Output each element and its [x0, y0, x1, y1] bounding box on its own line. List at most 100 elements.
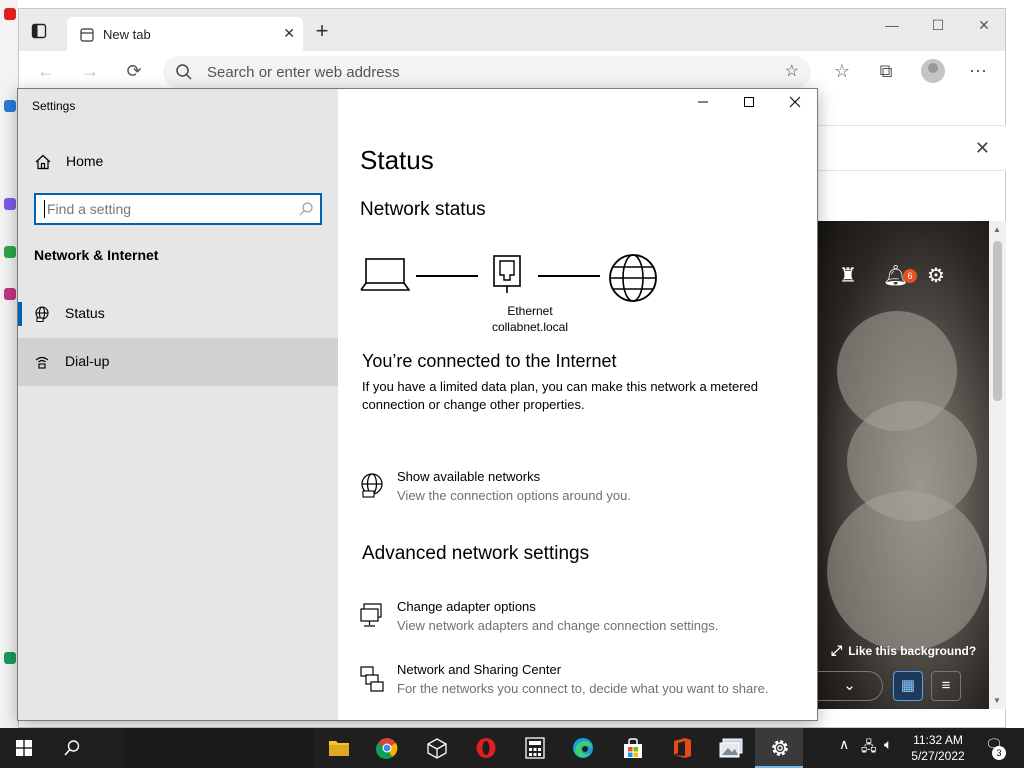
- network-sharing-center-link[interactable]: Network and Sharing Center For the netwo…: [360, 662, 800, 704]
- close-tab-icon[interactable]: ✕: [283, 25, 295, 42]
- forward-button[interactable]: →: [77, 59, 103, 85]
- network-status-heading: Network status: [360, 199, 486, 220]
- new-tab-button[interactable]: +: [309, 19, 335, 45]
- start-button[interactable]: [0, 728, 48, 768]
- banner-close-icon[interactable]: ✕: [975, 138, 990, 159]
- like-background-link[interactable]: ⤢ Like this background?: [831, 642, 976, 659]
- taskbar-search-button[interactable]: [48, 728, 96, 768]
- desktop-icon-green[interactable]: [4, 246, 16, 258]
- search-icon[interactable]: [298, 201, 314, 217]
- more-options-icon[interactable]: ⋯: [965, 59, 991, 85]
- expand-icon: ⤢: [831, 642, 843, 658]
- link-title: Show available networks: [397, 469, 541, 484]
- browser-banner: ✕: [817, 125, 1006, 171]
- tab-title: New tab: [103, 27, 151, 42]
- dialup-icon: [35, 356, 49, 369]
- settings-sidebar: Settings Home Network & Internet Status …: [18, 89, 338, 720]
- desktop-icon-green-2[interactable]: [4, 652, 16, 664]
- minimize-browser-button[interactable]: —: [877, 17, 907, 37]
- taskbar-edge[interactable]: [559, 728, 607, 768]
- tab-actions-icon[interactable]: [31, 23, 47, 39]
- sidebar-item-status[interactable]: Status: [18, 290, 338, 338]
- taskbar-file-explorer[interactable]: [314, 728, 362, 768]
- folder-icon: [329, 741, 349, 756]
- globe-network-icon: [361, 473, 383, 498]
- address-placeholder: Search or enter web address: [207, 64, 400, 81]
- tab-bar: New tab ✕ + — ☐ ✕: [19, 9, 1005, 51]
- link-title: Change adapter options: [397, 599, 536, 614]
- clock-date: 5/27/2022: [911, 749, 965, 763]
- instagram-desktop-icon[interactable]: [4, 288, 16, 300]
- adapter-name: Ethernet: [507, 304, 553, 318]
- new-tab-favicon-icon: [80, 28, 94, 42]
- adapter-label: Ethernet collabnet.local: [470, 303, 590, 335]
- add-favorite-icon[interactable]: ☆: [785, 61, 799, 81]
- taskbar-3d-viewer[interactable]: [412, 728, 460, 768]
- find-setting-input[interactable]: [44, 200, 284, 218]
- desktop-background: [0, 0, 18, 728]
- store-bag-icon: [624, 738, 642, 758]
- sidebar-item-label: Status: [65, 305, 105, 321]
- close-browser-button[interactable]: ✕: [969, 17, 999, 37]
- globe-icon: [35, 306, 49, 322]
- network-tray-icon[interactable]: 🖧︎: [861, 736, 877, 760]
- volume-tray-icon[interactable]: 🔈︎: [884, 736, 892, 753]
- scrollbar-thumb[interactable]: [993, 241, 1002, 401]
- link-title: Network and Sharing Center: [397, 662, 562, 677]
- page-title: Status: [360, 145, 434, 175]
- refresh-button[interactable]: ⟳: [121, 59, 147, 85]
- search-icon: [176, 64, 192, 80]
- rewards-icon[interactable]: ♜: [839, 263, 857, 288]
- favorites-icon[interactable]: ☆: [829, 59, 855, 85]
- browser-toolbar: ← → ⟳ Search or enter web address ☆ ☆ ⧉ …: [19, 51, 1005, 91]
- messenger-desktop-icon[interactable]: [4, 198, 16, 210]
- find-setting-box[interactable]: [34, 193, 322, 225]
- taskbar-office[interactable]: [657, 728, 705, 768]
- connection-line: [416, 275, 478, 277]
- sidebar-item-dial-up[interactable]: Dial-up: [18, 338, 338, 386]
- link-subtitle: For the networks you connect to, decide …: [397, 681, 769, 696]
- taskbar-settings[interactable]: [755, 728, 803, 768]
- show-available-networks-link[interactable]: Show available networks View the connect…: [360, 469, 800, 511]
- ntp-dropdown[interactable]: ⌄: [817, 671, 883, 701]
- taskbar-microsoft-store[interactable]: [608, 728, 656, 768]
- link-subtitle: View the connection options around you.: [397, 488, 631, 503]
- notification-count-badge: 3: [992, 746, 1006, 760]
- taskbar-photos[interactable]: [706, 728, 754, 768]
- office-icon: [674, 738, 691, 758]
- opera-icon: [476, 738, 496, 758]
- desktop-icon-blue[interactable]: [4, 100, 16, 112]
- list-layout-button[interactable]: ≡: [931, 671, 961, 701]
- sidebar-section-title: Network & Internet: [34, 247, 159, 263]
- grid-layout-button[interactable]: ▦: [893, 671, 923, 701]
- taskbar-chrome[interactable]: [363, 728, 411, 768]
- page-settings-gear-icon[interactable]: ⚙: [927, 263, 945, 288]
- page-scrollbar[interactable]: ▲ ▼: [989, 221, 1006, 709]
- taskbar-clock[interactable]: 11:32 AM 5/27/2022: [908, 732, 968, 764]
- back-button[interactable]: ←: [33, 59, 59, 85]
- change-adapter-options-link[interactable]: Change adapter options View network adap…: [360, 599, 800, 641]
- profile-avatar[interactable]: [921, 59, 945, 83]
- settings-gear-icon: [772, 740, 788, 756]
- show-hidden-icons-icon[interactable]: ∧: [839, 736, 849, 753]
- collections-icon[interactable]: ⧉: [873, 59, 899, 85]
- maximize-browser-button[interactable]: ☐: [923, 17, 953, 37]
- sidebar-item-home[interactable]: Home: [18, 143, 338, 181]
- internet-globe-icon: [609, 254, 657, 302]
- cube-icon: [427, 738, 447, 759]
- advanced-settings-heading: Advanced network settings: [362, 543, 590, 564]
- windows-logo-icon: [16, 740, 32, 756]
- tab-new-tab[interactable]: New tab ✕: [67, 17, 303, 51]
- adapter-monitor-icon: [360, 603, 382, 627]
- connected-heading: You’re connected to the Internet: [362, 351, 617, 371]
- taskbar-spacer: [124, 728, 314, 768]
- address-bar[interactable]: Search or enter web address ☆: [163, 56, 811, 88]
- taskbar-calculator[interactable]: [510, 728, 558, 768]
- sharing-center-icon: [360, 666, 384, 692]
- photos-icon: [719, 738, 743, 758]
- edge-icon: [573, 738, 593, 758]
- taskbar-opera[interactable]: [461, 728, 509, 768]
- like-background-label: Like this background?: [848, 644, 977, 658]
- opera-desktop-icon[interactable]: [4, 8, 16, 20]
- link-subtitle: View network adapters and change connect…: [397, 618, 719, 633]
